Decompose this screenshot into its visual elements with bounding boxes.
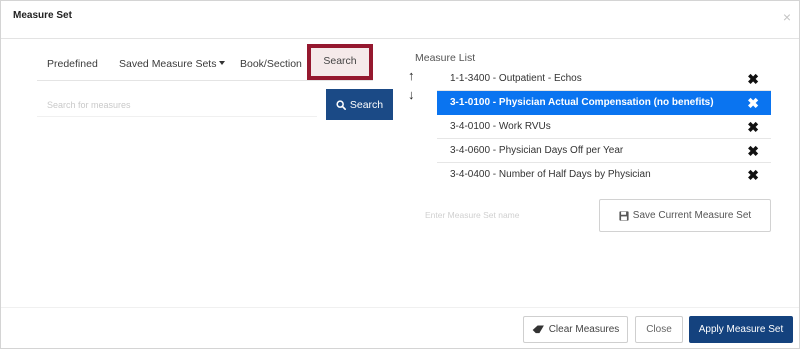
measure-item-label: 3-1-0100 - Physician Actual Compensation… [450, 97, 714, 108]
modal-header: Measure Set × [1, 1, 799, 39]
footer-divider [1, 307, 799, 308]
tab-saved-measure-sets-label: Saved Measure Sets [119, 58, 217, 70]
remove-measure-icon[interactable]: ✖ [747, 67, 759, 91]
move-up-arrow-icon[interactable]: ↑ [408, 69, 415, 82]
tab-predefined[interactable]: Predefined [47, 49, 98, 79]
close-button-label: Close [646, 324, 672, 335]
remove-measure-icon[interactable]: ✖ [747, 139, 759, 163]
measure-list-label: Measure List [415, 52, 476, 64]
measure-list-item[interactable]: 3-4-0400 - Number of Half Days by Physic… [437, 163, 771, 187]
search-button[interactable]: Search [326, 89, 393, 120]
caret-down-icon [219, 61, 226, 66]
move-down-arrow-icon[interactable]: ↓ [408, 88, 415, 101]
floppy-disk-icon [619, 210, 629, 221]
modal-title: Measure Set [13, 10, 72, 21]
search-input[interactable] [37, 93, 317, 117]
save-current-measure-set-label: Save Current Measure Set [632, 210, 752, 221]
measure-item-label: 3-4-0600 - Physician Days Off per Year [450, 145, 624, 156]
clear-measures-button[interactable]: Clear Measures [523, 316, 628, 343]
close-button[interactable]: Close [635, 316, 683, 343]
measure-set-name-input[interactable] [415, 204, 591, 226]
measure-list-item[interactable]: 3-4-0600 - Physician Days Off per Year ✖ [437, 139, 771, 163]
tab-book-section[interactable]: Book/Section [240, 49, 302, 79]
measure-set-modal: Measure Set × Predefined Saved Measure S… [0, 0, 800, 349]
save-current-measure-set-button[interactable]: Save Current Measure Set [599, 199, 771, 232]
remove-measure-icon[interactable]: ✖ [747, 91, 759, 115]
measure-item-label: 1-1-3400 - Outpatient - Echos [450, 73, 582, 84]
clear-measures-label: Clear Measures [548, 324, 620, 335]
measure-list: 1-1-3400 - Outpatient - Echos ✖ 3-1-0100 -… [437, 67, 771, 187]
tab-bar: Predefined Saved Measure Sets Book/Secti… [37, 44, 373, 81]
close-icon[interactable]: × [783, 10, 791, 24]
measure-list-item[interactable]: 1-1-3400 - Outpatient - Echos ✖ [437, 67, 771, 91]
measure-list-item[interactable]: 3-4-0100 - Work RVUs ✖ [437, 115, 771, 139]
tab-saved-measure-sets[interactable]: Saved Measure Sets [119, 49, 226, 79]
eraser-icon [532, 325, 544, 334]
search-icon [336, 99, 346, 110]
apply-measure-set-label: Apply Measure Set [698, 324, 784, 335]
measure-item-label: 3-4-0100 - Work RVUs [450, 121, 551, 132]
measure-list-item[interactable]: 3-1-0100 - Physician Actual Compensation… [437, 91, 771, 115]
measure-item-label: 3-4-0400 - Number of Half Days by Physic… [450, 169, 651, 180]
remove-measure-icon[interactable]: ✖ [747, 115, 759, 139]
apply-measure-set-button[interactable]: Apply Measure Set [689, 316, 793, 343]
tab-search[interactable]: Search [307, 44, 373, 80]
remove-measure-icon[interactable]: ✖ [747, 163, 759, 187]
search-button-label: Search [349, 98, 384, 111]
